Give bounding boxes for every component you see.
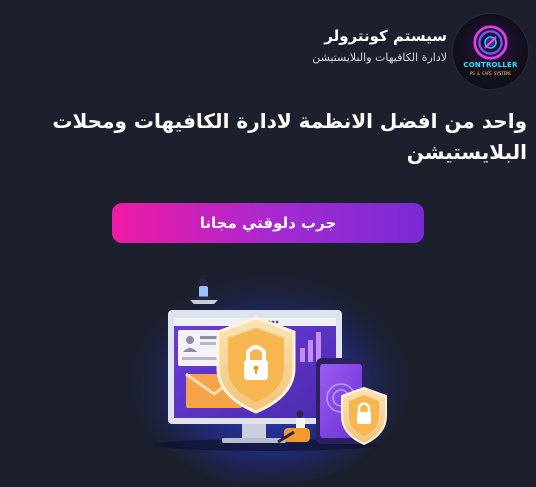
gamepad-logo-icon	[473, 25, 508, 60]
brand-title: سيستم كونترولر	[324, 26, 447, 45]
security-illustration	[130, 266, 410, 484]
logo-wordmark: CONTROLLER	[463, 61, 518, 69]
logo-tagline: PS & CAFE SYSTEMS	[470, 71, 511, 76]
hero-headline: واحد من افضل الانظمة لادارة الكافيهات وم…	[52, 109, 527, 164]
brand-text: سيستم كونترولر لادارة الكافيهات والبلايس…	[312, 27, 447, 66]
site-header: CONTROLLER PS & CAFE SYSTEMS سيستم كونتر…	[312, 14, 528, 89]
brand-subtitle: لادارة الكافيهات والبلايستيشن	[312, 50, 447, 64]
free-trial-button[interactable]: جرب دلوقتي مجانا	[112, 203, 424, 243]
brand-logo[interactable]: CONTROLLER PS & CAFE SYSTEMS	[453, 14, 528, 89]
